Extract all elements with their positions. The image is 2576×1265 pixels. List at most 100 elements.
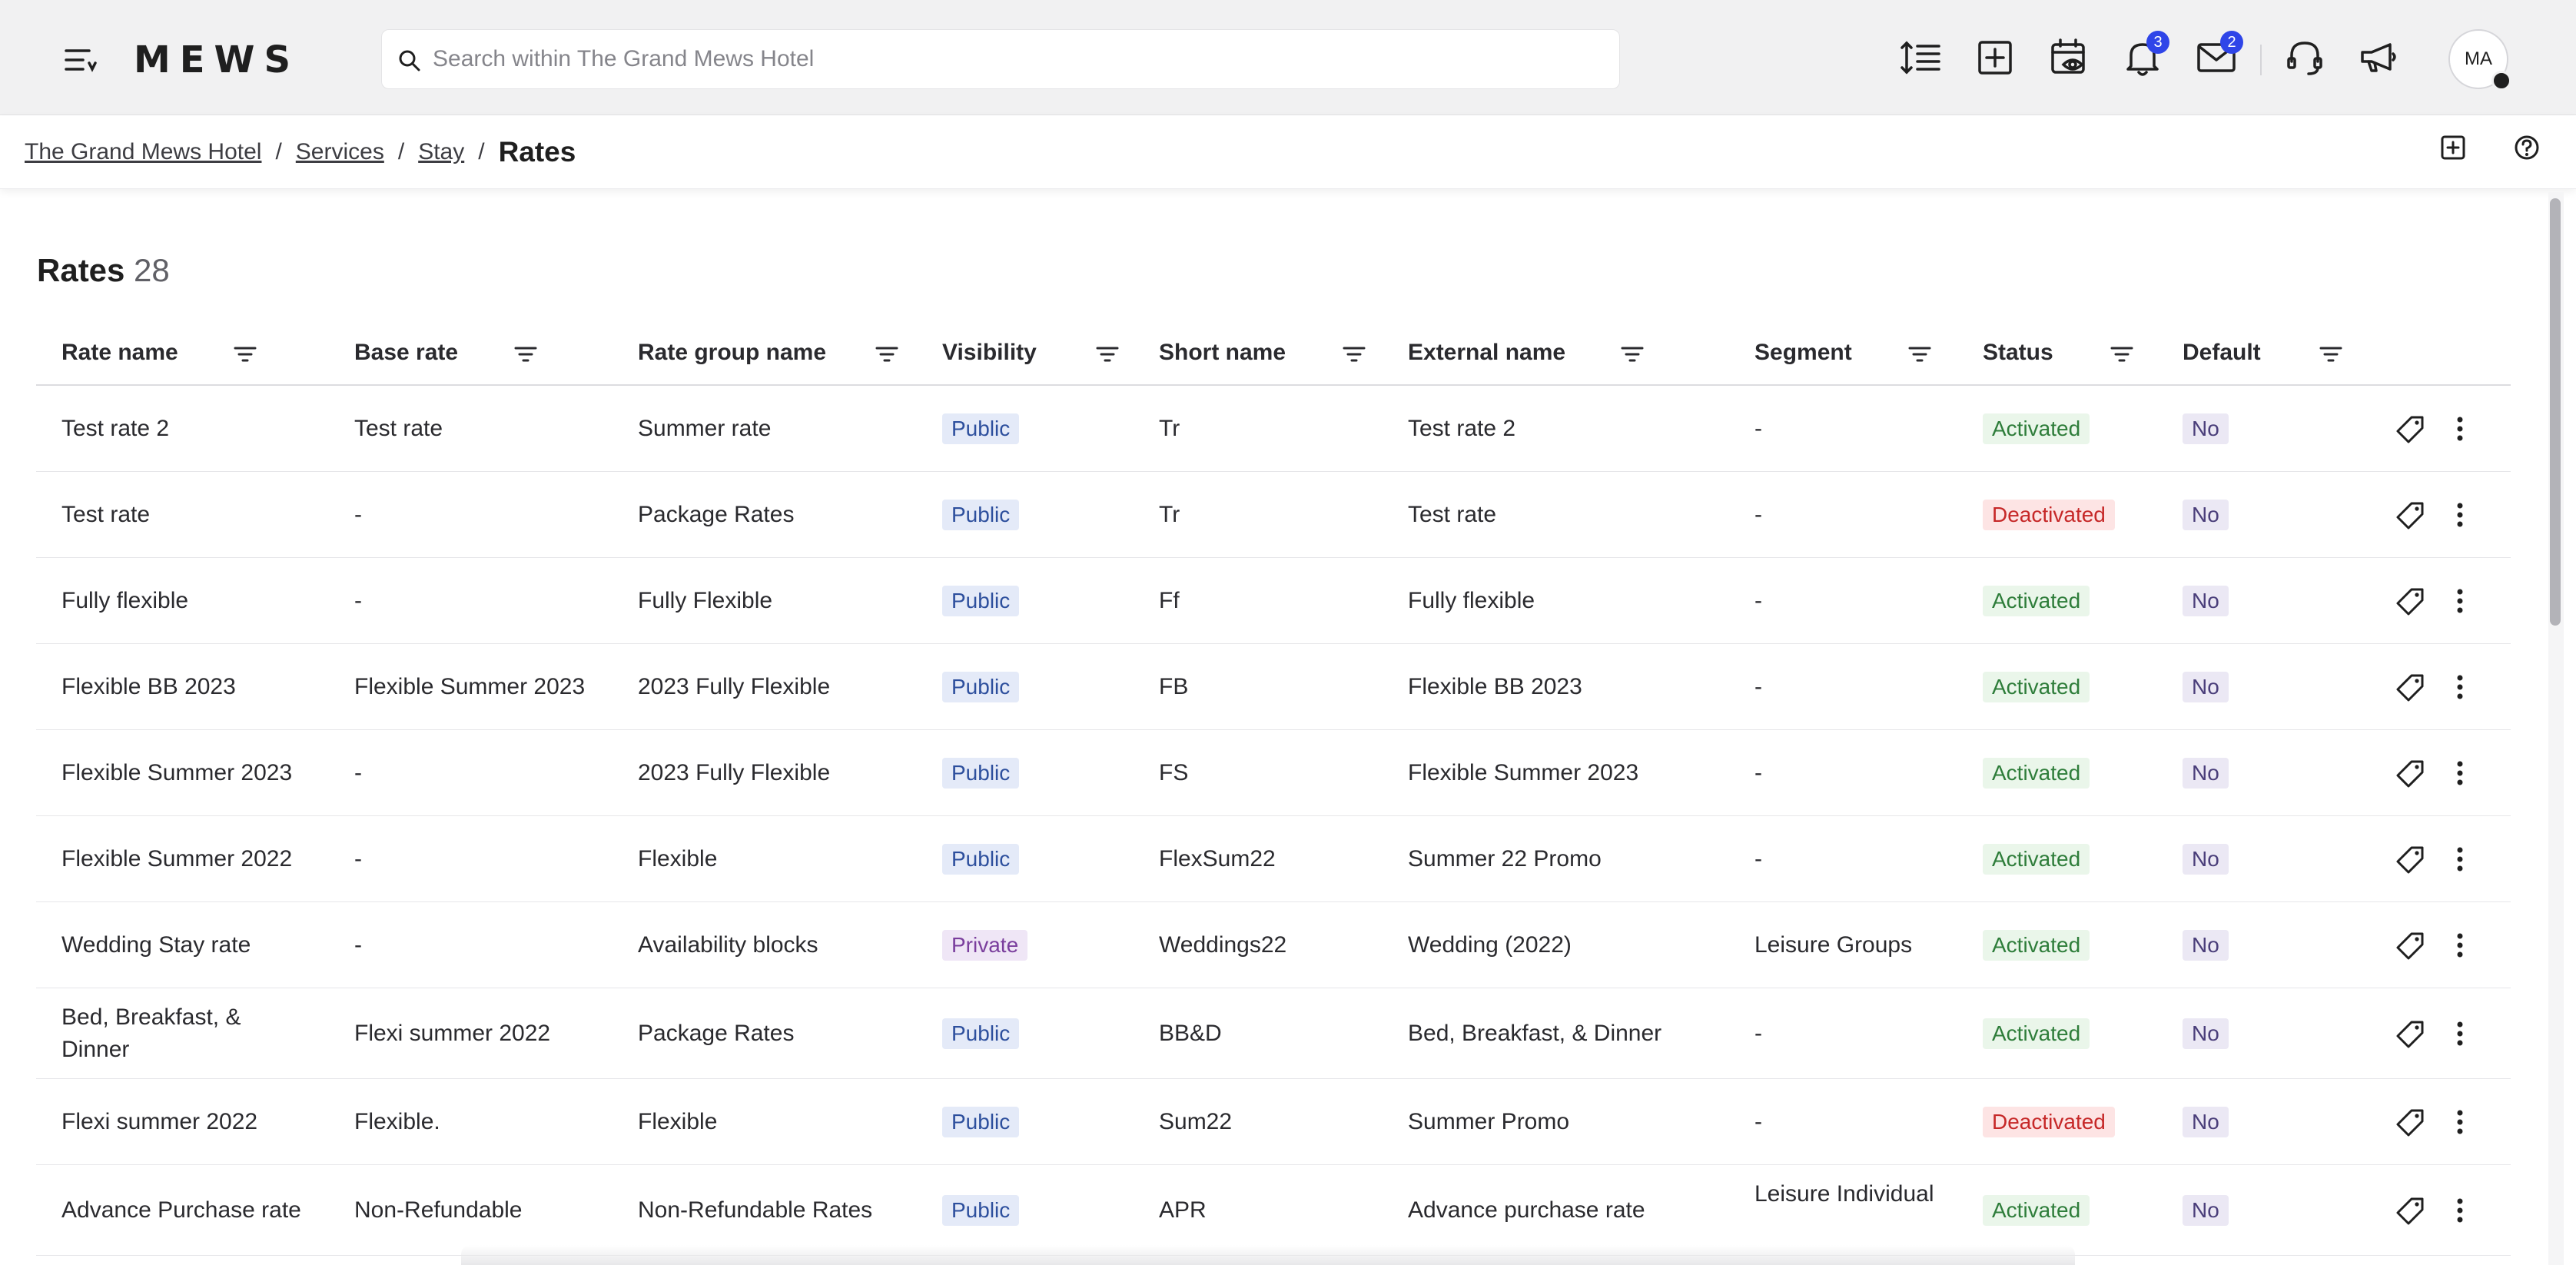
- notifications-badge: 3: [2146, 31, 2169, 54]
- rate-name-cell: Bed, Breakfast, & Dinner: [61, 1004, 241, 1062]
- breadcrumb-separator: /: [397, 139, 405, 164]
- column-header-external-name[interactable]: External name: [1408, 340, 1565, 366]
- status-badge: Activated: [1983, 758, 2090, 789]
- search-icon: [399, 50, 420, 71]
- scrollbar-thumb[interactable]: [2550, 198, 2561, 626]
- default-badge: No: [2183, 758, 2229, 789]
- calendar-eye-icon[interactable]: [2047, 35, 2091, 80]
- table-row[interactable]: Flexible Summer 2022 - Flexible Public FlexS…: [36, 816, 2511, 902]
- base-rate-cell: -: [354, 932, 362, 958]
- more-vertical-icon[interactable]: [2444, 757, 2476, 789]
- column-header-status[interactable]: Status: [1983, 340, 2053, 366]
- external-name-cell: Test rate 2: [1408, 416, 1516, 441]
- filter-icon[interactable]: [1094, 341, 1120, 367]
- table-row[interactable]: Flexi summer 2022 Flexible. Flexible Public…: [36, 1079, 2511, 1165]
- more-vertical-icon[interactable]: [2444, 843, 2476, 875]
- filter-icon[interactable]: [1619, 341, 1645, 367]
- breadcrumb-services[interactable]: Services: [296, 139, 384, 165]
- more-vertical-icon[interactable]: [2444, 929, 2476, 961]
- segment-cell: -: [1754, 846, 1762, 872]
- bottom-toolbar-edge: [461, 1245, 2075, 1265]
- tag-icon[interactable]: [2395, 1018, 2427, 1050]
- tag-icon[interactable]: [2395, 843, 2427, 875]
- more-vertical-icon[interactable]: [2444, 585, 2476, 617]
- column-header-rate-name[interactable]: Rate name: [61, 340, 178, 366]
- visibility-badge: Public: [942, 1107, 1020, 1137]
- visibility-badge: Private: [942, 930, 1028, 961]
- help-icon[interactable]: [2511, 132, 2542, 163]
- default-badge: No: [2183, 1107, 2229, 1137]
- short-name-cell: Tr: [1159, 416, 1180, 441]
- filter-icon[interactable]: [874, 341, 900, 367]
- tag-icon[interactable]: [2395, 1194, 2427, 1227]
- tag-icon[interactable]: [2395, 1106, 2427, 1138]
- base-rate-cell: -: [354, 588, 362, 613]
- base-rate-cell: -: [354, 760, 362, 785]
- default-badge: No: [2183, 500, 2229, 530]
- base-rate-cell: Flexible Summer 2023: [354, 674, 586, 699]
- headset-icon[interactable]: [2282, 35, 2327, 80]
- rate-name-cell: Flexible Summer 2023: [61, 760, 293, 785]
- search-input[interactable]: [433, 30, 1601, 88]
- mail-icon[interactable]: 2: [2194, 31, 2243, 80]
- filter-icon[interactable]: [2109, 341, 2135, 367]
- column-header-rate-group[interactable]: Rate group name: [638, 340, 826, 366]
- more-vertical-icon[interactable]: [2444, 499, 2476, 531]
- status-badge: Deactivated: [1983, 1107, 2115, 1137]
- mews-logo[interactable]: MEWS: [134, 37, 300, 83]
- bell-icon[interactable]: 3: [2120, 31, 2169, 80]
- more-vertical-icon[interactable]: [2444, 1106, 2476, 1138]
- sort-lines-icon[interactable]: [1899, 35, 1944, 80]
- more-vertical-icon[interactable]: [2444, 413, 2476, 445]
- base-rate-cell: Test rate: [354, 416, 443, 441]
- table-row[interactable]: Test rate - Package Rates Public Tr Test rate…: [36, 472, 2511, 558]
- short-name-cell: APR: [1159, 1197, 1207, 1223]
- column-header-short-name[interactable]: Short name: [1159, 340, 1286, 366]
- tag-icon[interactable]: [2395, 499, 2427, 531]
- table-row[interactable]: Wedding Stay rate - Availability blocks Pri…: [36, 902, 2511, 988]
- user-avatar[interactable]: MA: [2448, 29, 2511, 91]
- add-square-icon[interactable]: [1973, 35, 2017, 80]
- segment-cell: -: [1754, 1021, 1762, 1046]
- column-header-visibility[interactable]: Visibility: [942, 340, 1037, 366]
- filter-icon[interactable]: [1907, 341, 1933, 367]
- megaphone-icon[interactable]: [2356, 35, 2401, 80]
- tag-icon[interactable]: [2395, 413, 2427, 445]
- tag-icon[interactable]: [2395, 671, 2427, 703]
- search-bar[interactable]: [381, 29, 1620, 89]
- table-row[interactable]: Flexible BB 2023 Flexible Summer 2023 2023…: [36, 644, 2511, 730]
- table-row[interactable]: Test rate 2 Test rate Summer rate Public Tr T…: [36, 386, 2511, 472]
- column-header-default[interactable]: Default: [2183, 340, 2261, 366]
- default-badge: No: [2183, 844, 2229, 875]
- column-header-base-rate[interactable]: Base rate: [354, 340, 458, 366]
- visibility-badge: Public: [942, 672, 1020, 702]
- short-name-cell: Sum22: [1159, 1109, 1233, 1134]
- breadcrumb: The Grand Mews Hotel / Services / Stay /…: [25, 134, 576, 171]
- rate-group-cell: Package Rates: [638, 502, 795, 527]
- visibility-badge: Public: [942, 844, 1020, 875]
- table-row[interactable]: Advance Purchase rate Non-Refundable Non-R…: [36, 1165, 2511, 1256]
- table-row[interactable]: Bed, Breakfast, & Dinner Flexi summer 202…: [36, 988, 2511, 1079]
- more-vertical-icon[interactable]: [2444, 1018, 2476, 1050]
- breadcrumb-separator: /: [478, 139, 485, 164]
- column-header-segment[interactable]: Segment: [1754, 340, 1852, 366]
- breadcrumb-hotel[interactable]: The Grand Mews Hotel: [25, 139, 261, 165]
- more-vertical-icon[interactable]: [2444, 1194, 2476, 1227]
- filter-icon[interactable]: [2318, 341, 2344, 367]
- filter-icon[interactable]: [1341, 341, 1367, 367]
- menu-icon[interactable]: [61, 42, 98, 78]
- add-rate-icon[interactable]: [2438, 132, 2468, 163]
- segment-cell: -: [1754, 416, 1762, 441]
- table-row[interactable]: Fully flexible - Fully Flexible Public Ff Ful…: [36, 558, 2511, 644]
- filter-icon[interactable]: [232, 341, 258, 367]
- rate-group-cell: Availability blocks: [638, 932, 818, 958]
- tag-icon[interactable]: [2395, 585, 2427, 617]
- status-badge: Activated: [1983, 1195, 2090, 1226]
- tag-icon[interactable]: [2395, 757, 2427, 789]
- more-vertical-icon[interactable]: [2444, 671, 2476, 703]
- top-bar: MEWS 3 2 MA: [0, 0, 2576, 115]
- filter-icon[interactable]: [513, 341, 539, 367]
- breadcrumb-stay[interactable]: Stay: [418, 139, 464, 165]
- tag-icon[interactable]: [2395, 929, 2427, 961]
- table-row[interactable]: Flexible Summer 2023 - 2023 Fully Flexible…: [36, 730, 2511, 816]
